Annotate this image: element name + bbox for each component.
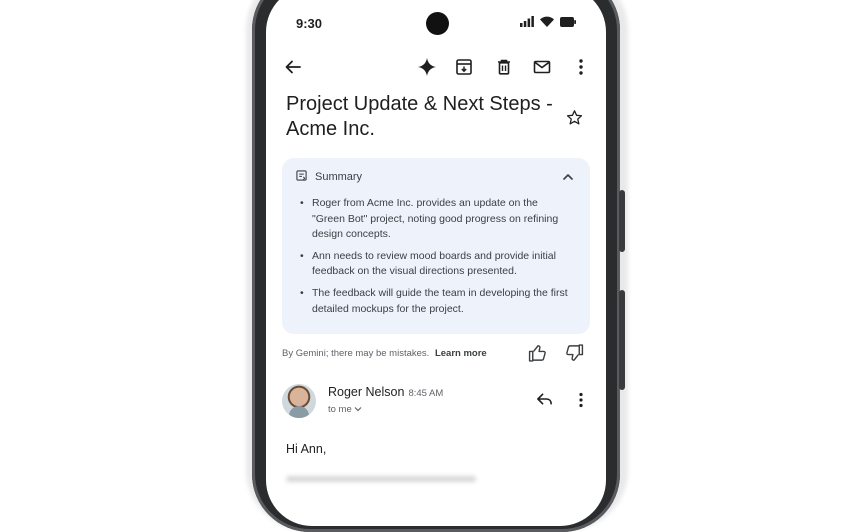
summary-bullets: Roger from Acme Inc. provides an update …	[298, 196, 570, 323]
chevron-down-icon	[354, 404, 362, 415]
status-icons	[520, 16, 576, 27]
sender-name: Roger Nelson	[328, 385, 405, 399]
message-greeting: Hi Ann,	[286, 442, 327, 456]
message-time: 8:45 AM	[408, 388, 444, 399]
recipient-label: to me	[328, 404, 352, 415]
delete-icon[interactable]	[491, 54, 517, 80]
sender-name-row: Roger Nelson 8:45 AM	[328, 385, 443, 399]
summary-doc-icon	[296, 170, 307, 184]
summary-title: Summary	[315, 171, 363, 183]
mail-icon[interactable]	[529, 54, 555, 80]
thumbs-up-icon[interactable]	[528, 344, 547, 367]
back-arrow-icon[interactable]	[280, 54, 306, 80]
archive-icon[interactable]	[451, 54, 477, 80]
summary-bullet: Ann needs to review mood boards and prov…	[298, 249, 570, 280]
learn-more-link[interactable]: Learn more	[435, 348, 487, 359]
email-subject: Project Update & Next Steps - Acme Inc.	[286, 93, 553, 140]
summary-header[interactable]: Summary	[296, 170, 362, 184]
volume-button	[619, 190, 625, 252]
chevron-up-icon[interactable]	[562, 170, 574, 188]
reply-icon[interactable]	[536, 392, 553, 411]
phone-screen: 9:30 Project Update & Next Steps - Acme …	[266, 0, 606, 526]
wifi-icon	[540, 16, 554, 27]
signal-icon	[520, 16, 534, 27]
summary-card: Summary Roger from Acme Inc. provides an…	[282, 158, 590, 334]
message-body-preview	[286, 476, 476, 482]
thumbs-down-icon[interactable]	[565, 344, 584, 367]
star-icon[interactable]	[566, 109, 583, 131]
more-vert-icon[interactable]	[568, 54, 594, 80]
disclaimer-text: By Gemini; there may be mistakes.	[282, 348, 430, 359]
message-more-icon[interactable]	[578, 392, 584, 413]
front-camera	[426, 12, 449, 35]
battery-icon	[560, 16, 576, 27]
gemini-disclaimer: By Gemini; there may be mistakes. Learn …	[282, 348, 487, 359]
recipient-dropdown[interactable]: to me	[328, 404, 362, 415]
summary-bullet: The feedback will guide the team in deve…	[298, 286, 570, 317]
status-time: 9:30	[296, 16, 323, 31]
sender-avatar[interactable]	[282, 384, 316, 418]
gemini-sparkle-icon[interactable]	[414, 54, 440, 80]
summary-bullet: Roger from Acme Inc. provides an update …	[298, 196, 570, 243]
power-button	[619, 290, 625, 390]
